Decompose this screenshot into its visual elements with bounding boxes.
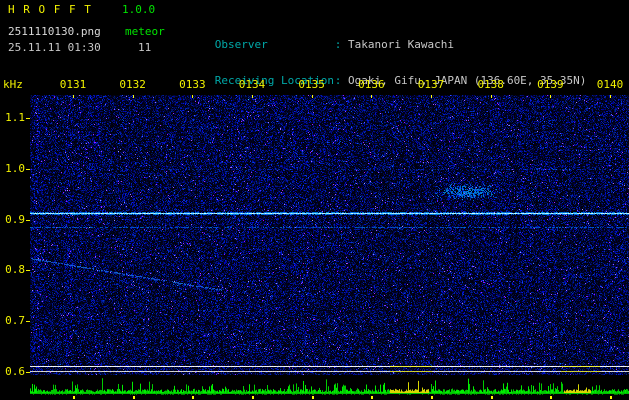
time-label-0131: 0131 bbox=[59, 78, 87, 91]
filename: 2511110130.png bbox=[8, 25, 101, 38]
meteor-count: 11 bbox=[138, 41, 152, 54]
time-label-0138: 0138 bbox=[477, 78, 504, 91]
freq-unit-label: kHz bbox=[3, 78, 23, 91]
datetime-label: 25.11.11 01:30 bbox=[8, 41, 101, 54]
app-title: H R O F F T bbox=[8, 3, 92, 16]
time-label-0134: 0134 bbox=[238, 78, 266, 91]
freq-label-0.7: 0.7 bbox=[5, 314, 25, 327]
info-row-observer: Observer: Takanori Kawachi bbox=[175, 27, 586, 51]
signal-level-graph bbox=[30, 375, 629, 400]
info-separator: : bbox=[334, 38, 348, 51]
time-label-0137: 0137 bbox=[417, 78, 445, 91]
info-value-observer: Takanori Kawachi bbox=[348, 38, 454, 51]
info-label-observer: Observer bbox=[214, 38, 268, 51]
mode-label: meteor bbox=[125, 25, 165, 38]
time-label-0135: 0135 bbox=[298, 78, 325, 91]
info-separator: : bbox=[334, 74, 348, 87]
time-label-0132: 0132 bbox=[119, 78, 146, 91]
time-label-0139: 0139 bbox=[537, 78, 564, 91]
hrofft-window: H R O F F T 1.0.0 2511110130.png meteor … bbox=[0, 0, 629, 400]
freq-label-0.6: 0.6 bbox=[5, 365, 25, 378]
freq-label-1.1: 1.1 bbox=[5, 111, 25, 124]
spectrogram-canvas bbox=[30, 95, 629, 375]
app-version: 1.0.0 bbox=[122, 3, 156, 16]
freq-label-1.0: 1.0 bbox=[5, 162, 25, 175]
freq-label-0.9: 0.9 bbox=[5, 213, 25, 226]
time-label-0133: 0133 bbox=[179, 78, 206, 91]
time-label-0136: 0136 bbox=[358, 78, 385, 91]
freq-label-0.8: 0.8 bbox=[5, 263, 25, 276]
info-row-location: Receiving Location: Ogaki, Gifu, JAPAN (… bbox=[175, 63, 587, 87]
time-label-0140: 0140 bbox=[596, 78, 624, 91]
